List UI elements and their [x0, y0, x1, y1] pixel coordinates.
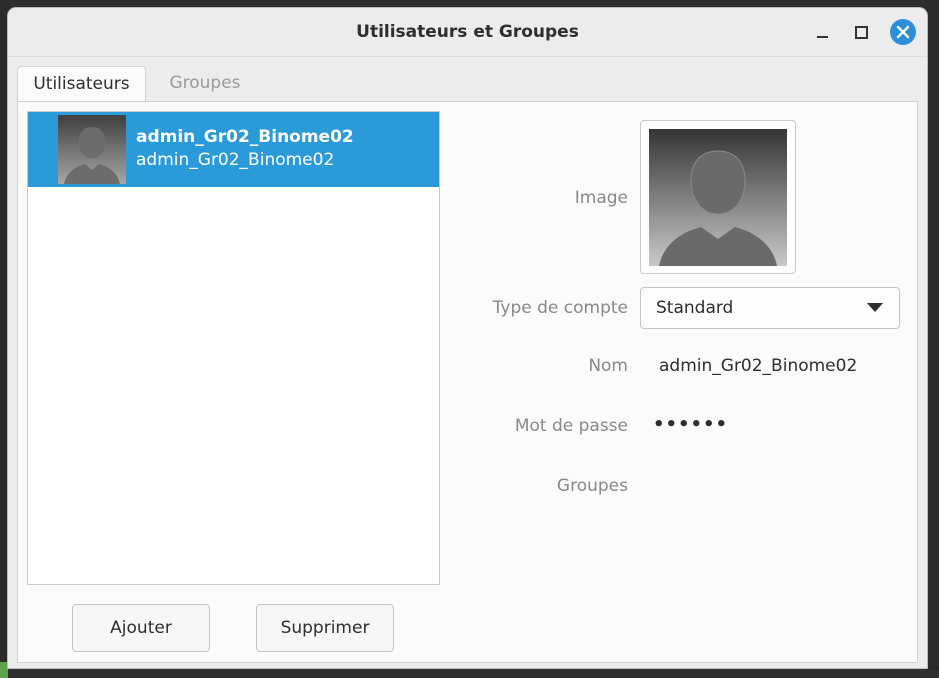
password-value[interactable]: ••••••	[653, 414, 728, 435]
name-value[interactable]: admin_Gr02_Binome02	[659, 356, 857, 376]
tab-utilisateurs[interactable]: Utilisateurs	[17, 66, 146, 102]
minimize-icon[interactable]	[811, 20, 835, 44]
chevron-down-icon	[867, 303, 883, 312]
password-label: Mot de passe	[514, 416, 628, 436]
user-image-button[interactable]	[640, 120, 796, 274]
default-user-avatar-icon	[649, 129, 787, 266]
user-login-name: admin_Gr02_Binome02	[136, 150, 335, 170]
default-user-avatar-icon	[58, 115, 126, 184]
user-list[interactable]: admin_Gr02_Binome02 admin_Gr02_Binome02	[27, 111, 440, 585]
list-item-user[interactable]: admin_Gr02_Binome02 admin_Gr02_Binome02	[28, 112, 439, 187]
user-display-name: admin_Gr02_Binome02	[136, 127, 354, 147]
background-desktop	[0, 0, 939, 8]
background-window-edge	[925, 0, 939, 678]
groups-label: Groupes	[556, 476, 628, 496]
close-icon[interactable]	[890, 19, 916, 45]
name-label: Nom	[588, 356, 628, 376]
background-bottom-edge	[0, 662, 939, 678]
maximize-icon[interactable]	[849, 20, 873, 44]
users-groups-window: Utilisateurs et Groupes Utilisateurs Gro…	[8, 8, 927, 668]
account-type-label: Type de compte	[492, 298, 628, 318]
title-bar[interactable]: Utilisateurs et Groupes	[8, 8, 927, 57]
add-user-button[interactable]: Ajouter	[72, 604, 210, 652]
image-label: Image	[574, 188, 628, 208]
delete-user-button[interactable]: Supprimer	[256, 604, 394, 652]
background-indicator	[0, 662, 8, 678]
window-title: Utilisateurs et Groupes	[356, 22, 579, 42]
tab-groupes[interactable]: Groupes	[155, 66, 255, 101]
account-type-select[interactable]: Standard	[640, 287, 900, 329]
users-panel: admin_Gr02_Binome02 admin_Gr02_Binome02 …	[17, 101, 918, 663]
account-type-value: Standard	[656, 298, 734, 318]
